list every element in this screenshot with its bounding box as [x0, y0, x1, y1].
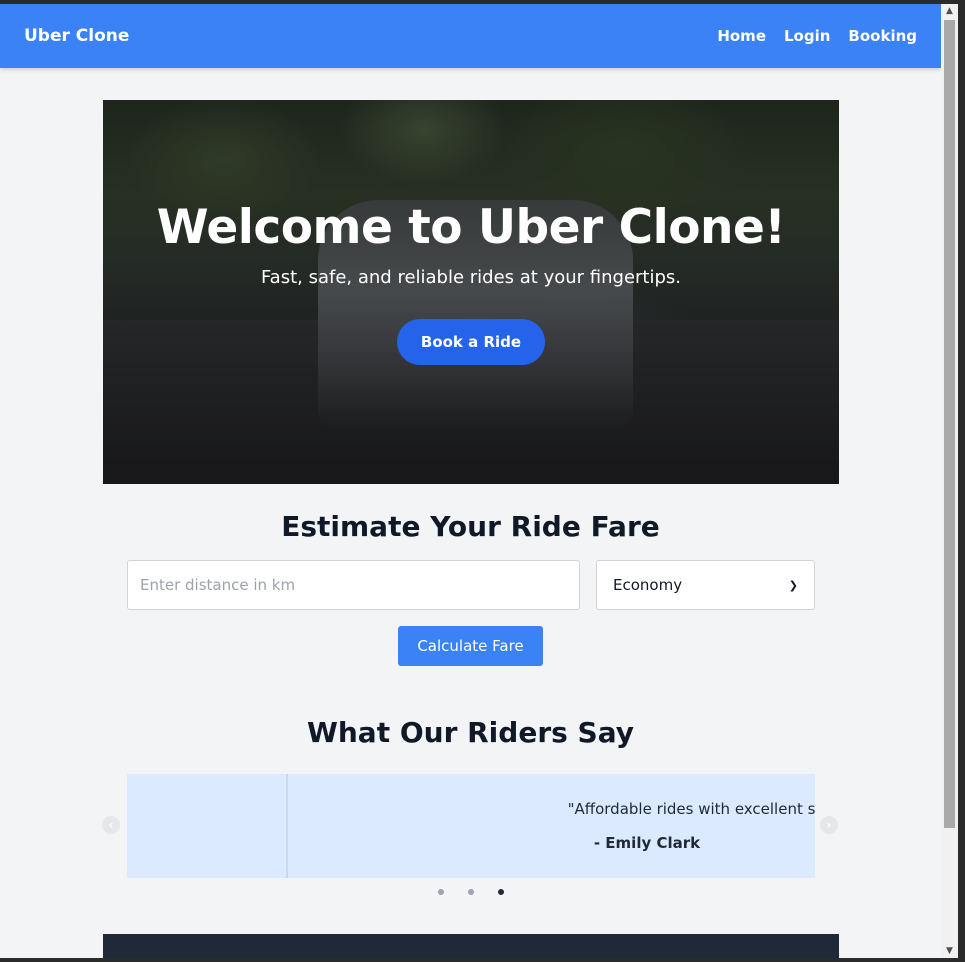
- nav-link-login[interactable]: Login: [784, 27, 830, 45]
- carousel-dots: [430, 889, 510, 897]
- book-ride-button[interactable]: Book a Ride: [396, 319, 546, 365]
- hero-content: Welcome to Uber Clone! Fast, safe, and r…: [103, 200, 839, 365]
- scrollbar-thumb[interactable]: [944, 20, 955, 828]
- carousel-dot-2[interactable]: [468, 889, 474, 895]
- chevron-left-icon[interactable]: ‹: [102, 816, 120, 834]
- hero-title: Welcome to Uber Clone!: [156, 200, 786, 255]
- scroll-down-icon[interactable]: ▼: [941, 944, 958, 958]
- testimonial-quote: "Affordable rides with excellent service…: [567, 800, 815, 818]
- testimonial-carousel[interactable]: "Affordable rides with excellent service…: [127, 774, 815, 878]
- brand-logo[interactable]: Uber Clone: [24, 26, 129, 46]
- browser-viewport: Uber Clone Home Login Booking Welcome to…: [0, 4, 958, 958]
- scrollbar[interactable]: ▲ ▼: [941, 4, 958, 958]
- nav-link-booking[interactable]: Booking: [848, 27, 917, 45]
- ride-type-selected-value: Economy: [613, 576, 683, 594]
- hero-banner: Welcome to Uber Clone! Fast, safe, and r…: [103, 100, 839, 484]
- nav-link-home[interactable]: Home: [717, 27, 766, 45]
- nav-links: Home Login Booking: [717, 27, 917, 45]
- calculate-fare-button[interactable]: Calculate Fare: [398, 626, 543, 666]
- testimonial-author: - Emily Clark: [593, 834, 701, 852]
- carousel-dot-1[interactable]: [438, 889, 444, 895]
- testimonials-section-title: What Our Riders Say: [306, 716, 634, 749]
- navbar: Uber Clone Home Login Booking: [0, 4, 941, 68]
- slide-divider: [286, 774, 288, 878]
- fare-section-title: Estimate Your Ride Fare: [281, 510, 660, 543]
- distance-input[interactable]: [127, 560, 580, 610]
- ride-type-select[interactable]: Economy ❯: [596, 560, 815, 610]
- chevron-right-icon[interactable]: ›: [820, 816, 838, 834]
- carousel-dot-3[interactable]: [498, 889, 504, 895]
- chevron-down-icon: ❯: [788, 578, 798, 592]
- hero-subtitle: Fast, safe, and reliable rides at your f…: [260, 267, 682, 288]
- scroll-up-icon[interactable]: ▲: [941, 4, 958, 18]
- footer: [103, 934, 839, 958]
